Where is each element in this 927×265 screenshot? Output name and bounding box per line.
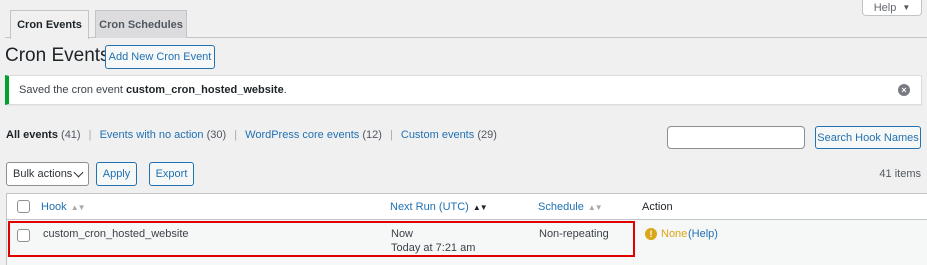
bulk-actions-select[interactable]: Bulk actions: [6, 162, 89, 186]
export-button[interactable]: Export: [149, 162, 194, 186]
filter-separator: |: [88, 129, 92, 141]
chevron-down-icon: [73, 167, 84, 178]
sort-icon: ▲▼: [472, 203, 488, 212]
row-action-help-link[interactable]: (Help): [688, 228, 718, 240]
add-new-cron-event-button[interactable]: Add New Cron Event: [105, 45, 215, 69]
column-hook-header[interactable]: Hook ▲▼: [41, 201, 86, 213]
event-filter-links: All events (41) | Events with no action …: [6, 129, 497, 141]
notice-prefix: Saved the cron event: [19, 84, 123, 96]
filter-core-events[interactable]: WordPress core events: [245, 129, 359, 141]
warning-icon: !: [645, 228, 657, 240]
row-checkbox[interactable]: [17, 229, 30, 242]
row-next-run: Now: [391, 228, 414, 240]
sort-icon: ▲▼: [70, 203, 86, 212]
search-hook-input[interactable]: [667, 126, 805, 149]
notice-suffix: .: [283, 84, 287, 96]
row-hook-name[interactable]: custom_cron_hosted_website: [43, 228, 189, 240]
column-action-header: Action: [642, 201, 673, 213]
notice-event-name: custom_cron_hosted_website: [125, 84, 284, 96]
bulk-actions-value: Bulk actions: [13, 168, 73, 180]
close-circle-icon[interactable]: ×: [898, 84, 910, 96]
filter-separator: |: [389, 129, 393, 141]
items-count: 41 items: [879, 168, 921, 180]
filter-custom-events[interactable]: Custom events: [401, 129, 474, 141]
filter-separator: |: [234, 129, 238, 141]
column-hook-label: Hook: [41, 201, 67, 213]
apply-button[interactable]: Apply: [96, 162, 137, 186]
filter-count: (29): [477, 129, 497, 141]
table-header-row: Hook ▲▼ Next Run (UTC) ▲▼ Schedule ▲▼ Actio…: [6, 193, 927, 220]
tab-cron-events[interactable]: Cron Events: [10, 10, 89, 39]
tab-cron-schedules[interactable]: Cron Schedules: [95, 10, 187, 38]
column-schedule-header[interactable]: Schedule ▲▼: [538, 201, 603, 213]
success-notice: Saved the cron event custom_cron_hosted_…: [5, 75, 922, 105]
sort-icon: ▲▼: [587, 203, 603, 212]
tab-label: Cron Schedules: [99, 18, 183, 31]
filter-all-events[interactable]: All events: [6, 129, 58, 141]
filter-no-action[interactable]: Events with no action: [100, 129, 204, 141]
select-all-checkbox[interactable]: [17, 200, 30, 213]
row-action-none: None: [661, 228, 688, 240]
row-schedule: Non-repeating: [539, 228, 609, 240]
column-next-run-header[interactable]: Next Run (UTC) ▲▼: [390, 201, 488, 213]
filter-count: (30): [206, 129, 227, 141]
filter-count: (41): [61, 129, 81, 141]
row-next-run-detail: Today at 7:21 am: [391, 242, 476, 254]
table-row: custom_cron_hosted_website Now Today at …: [6, 220, 927, 265]
column-schedule-label: Schedule: [538, 201, 584, 213]
filter-count: (12): [362, 129, 382, 141]
tab-label: Cron Events: [17, 19, 82, 31]
search-hook-names-button[interactable]: Search Hook Names: [815, 126, 921, 149]
page-title: Cron Events: [5, 45, 110, 66]
nav-tab-wrapper: Cron Events Cron Schedules: [5, 10, 927, 39]
column-next-run-label: Next Run (UTC): [390, 201, 469, 213]
